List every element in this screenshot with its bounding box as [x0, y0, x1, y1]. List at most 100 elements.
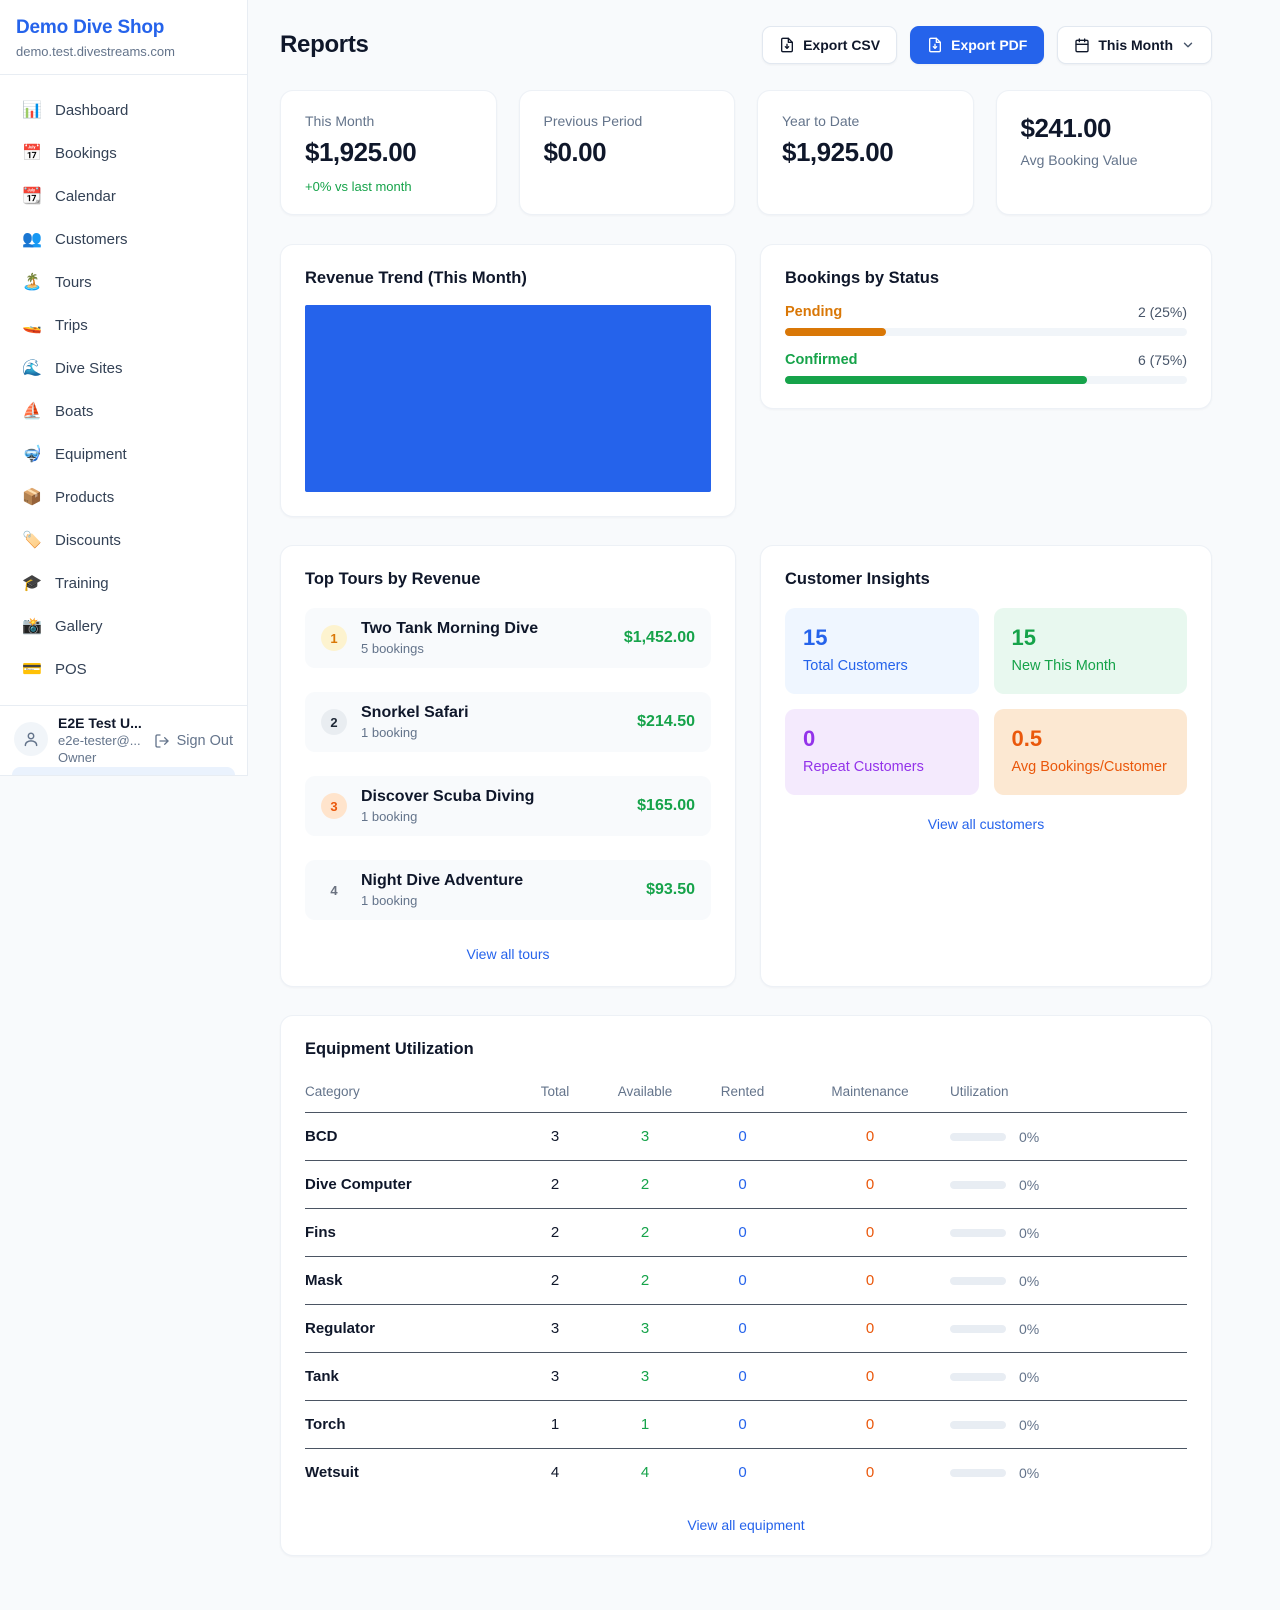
Night Dive Adventure[interactable]: 4 Night Dive Adventure 1 booking $93.50	[305, 860, 711, 920]
cell-available: 1	[595, 1401, 695, 1449]
rank-badge: 2	[321, 709, 347, 735]
nav-item-label: Training	[55, 575, 109, 593]
nav-item-icon: 📦	[22, 489, 42, 507]
utilization-bar-track	[950, 1181, 1006, 1189]
nav-item-label: Tours	[55, 274, 92, 292]
revenue-trend-card: Revenue Trend (This Month)	[280, 244, 736, 517]
sign-out-label: Sign Out	[177, 733, 233, 749]
tour-bookings: 1 booking	[361, 893, 632, 908]
Two Tank Morning Dive[interactable]: 1 Two Tank Morning Dive 5 bookings $1,45…	[305, 608, 711, 668]
sidebar-item-products[interactable]: 📦 Products	[12, 480, 235, 516]
nav-item-label: POS	[55, 661, 87, 679]
nav-item-label: Calendar	[55, 188, 116, 206]
export-csv-button[interactable]: Export CSV	[762, 26, 897, 64]
column-header-maintenance: Maintenance	[790, 1074, 950, 1113]
sidebar-item-bookings[interactable]: 📅 Bookings	[12, 136, 235, 172]
equipment-utilization-title: Equipment Utilization	[305, 1040, 1187, 1059]
nav-item-icon: 🏷️	[22, 532, 42, 550]
stat-label: Previous Period	[544, 113, 711, 129]
insight-label: Total Customers	[803, 658, 961, 674]
sidebar-item-dive-sites[interactable]: 🌊 Dive Sites	[12, 351, 235, 387]
cell-available: 2	[595, 1209, 695, 1257]
sidebar-item-reports-partial[interactable]	[12, 767, 235, 775]
sidebar-nav: 📊 Dashboard 📅 Bookings 📆 Calendar 👥 Cust…	[0, 75, 247, 705]
sign-out-button[interactable]: Sign Out	[154, 733, 233, 749]
period-select[interactable]: This Month	[1057, 26, 1212, 64]
stat-card-this-month: This Month $1,925.00 +0% vs last month	[280, 90, 497, 215]
rank-badge: 3	[321, 793, 347, 819]
view-all-customers-link[interactable]: View all customers	[785, 816, 1187, 832]
cell-total: 2	[515, 1161, 595, 1209]
revenue-chart	[305, 305, 711, 492]
nav-item-label: Gallery	[55, 618, 103, 636]
view-all-equipment-link[interactable]: View all equipment	[305, 1517, 1187, 1533]
insight-tile: 15 New This Month	[994, 608, 1188, 694]
export-pdf-button[interactable]: Export PDF	[910, 26, 1044, 64]
cell-category: Regulator	[305, 1305, 515, 1353]
Snorkel Safari[interactable]: 2 Snorkel Safari 1 booking $214.50	[305, 692, 711, 752]
sidebar-item-customers[interactable]: 👥 Customers	[12, 222, 235, 258]
stat-value: $241.00	[1021, 113, 1188, 144]
tour-name: Night Dive Adventure	[361, 872, 632, 890]
status-progress-track	[785, 328, 1187, 336]
file-download-icon	[779, 37, 795, 53]
tour-revenue: $165.00	[637, 797, 695, 815]
utilization-percent: 0%	[1019, 1465, 1039, 1481]
status-row: Pending 2 (25%)	[785, 304, 1187, 336]
insight-label: Repeat Customers	[803, 759, 961, 775]
row-revenue-status: Revenue Trend (This Month) Bookings by S…	[280, 244, 1212, 517]
cell-utilization: 0%	[950, 1161, 1187, 1209]
sidebar-item-tours[interactable]: 🏝️ Tours	[12, 265, 235, 301]
utilization-percent: 0%	[1019, 1225, 1039, 1241]
cell-utilization: 0%	[950, 1353, 1187, 1401]
nav-item-icon: 🎓	[22, 575, 42, 593]
nav-item-icon: 📅	[22, 145, 42, 163]
row-tours-insights: Top Tours by Revenue 1 Two Tank Morning …	[280, 545, 1212, 987]
page-header: Reports Export CSV Export PDF This Month	[280, 26, 1212, 64]
insight-tile: 0.5 Avg Bookings/Customer	[994, 709, 1188, 795]
stat-label: Year to Date	[782, 113, 949, 129]
cell-maintenance: 0	[790, 1353, 950, 1401]
view-all-tours-link[interactable]: View all tours	[305, 946, 711, 962]
sidebar-item-discounts[interactable]: 🏷️ Discounts	[12, 523, 235, 559]
status-progress-fill	[785, 328, 886, 336]
logout-icon	[154, 733, 170, 749]
sidebar-item-calendar[interactable]: 📆 Calendar	[12, 179, 235, 215]
cell-available: 3	[595, 1305, 695, 1353]
cell-category: Wetsuit	[305, 1449, 515, 1497]
Discover Scuba Diving[interactable]: 3 Discover Scuba Diving 1 booking $165.0…	[305, 776, 711, 836]
tour-bookings: 1 booking	[361, 725, 623, 740]
sidebar-item-training[interactable]: 🎓 Training	[12, 566, 235, 602]
equipment-utilization-card: Equipment Utilization Category Total Ava…	[280, 1015, 1212, 1556]
calendar-icon	[1074, 37, 1090, 53]
revenue-chart-bar	[305, 305, 711, 492]
tour-name: Snorkel Safari	[361, 704, 623, 722]
insights-grid: 15 Total Customers 15 New This Month 0 R…	[785, 608, 1187, 795]
cell-rented: 0	[695, 1401, 790, 1449]
nav-item-label: Products	[55, 489, 114, 507]
sidebar-item-gallery[interactable]: 📸 Gallery	[12, 609, 235, 645]
insight-tile: 0 Repeat Customers	[785, 709, 979, 795]
nav-item-icon: 🏝️	[22, 274, 42, 292]
sidebar-item-dashboard[interactable]: 📊 Dashboard	[12, 93, 235, 129]
table-row: Wetsuit 4 4 0 0 0%	[305, 1449, 1187, 1497]
column-header-available: Available	[595, 1074, 695, 1113]
bookings-by-status-card: Bookings by Status Pending 2 (25%)	[760, 244, 1212, 409]
sidebar-item-equipment[interactable]: 🤿 Equipment	[12, 437, 235, 473]
status-count: 6 (75%)	[1138, 352, 1187, 368]
sidebar-item-trips[interactable]: 🚤 Trips	[12, 308, 235, 344]
cell-utilization: 0%	[950, 1257, 1187, 1305]
sidebar-item-pos[interactable]: 💳 POS	[12, 652, 235, 688]
bookings-by-status-title: Bookings by Status	[785, 269, 1187, 288]
insight-tile: 15 Total Customers	[785, 608, 979, 694]
cell-rented: 0	[695, 1209, 790, 1257]
utilization-bar-track	[950, 1469, 1006, 1477]
tour-revenue: $214.50	[637, 713, 695, 731]
cell-rented: 0	[695, 1161, 790, 1209]
sidebar-item-boats[interactable]: ⛵ Boats	[12, 394, 235, 430]
cell-utilization: 0%	[950, 1449, 1187, 1497]
table-row: Torch 1 1 0 0 0%	[305, 1401, 1187, 1449]
main-content: Reports Export CSV Export PDF This Month	[248, 0, 1280, 1596]
stat-label: Avg Booking Value	[1021, 152, 1188, 168]
utilization-bar-track	[950, 1325, 1006, 1333]
